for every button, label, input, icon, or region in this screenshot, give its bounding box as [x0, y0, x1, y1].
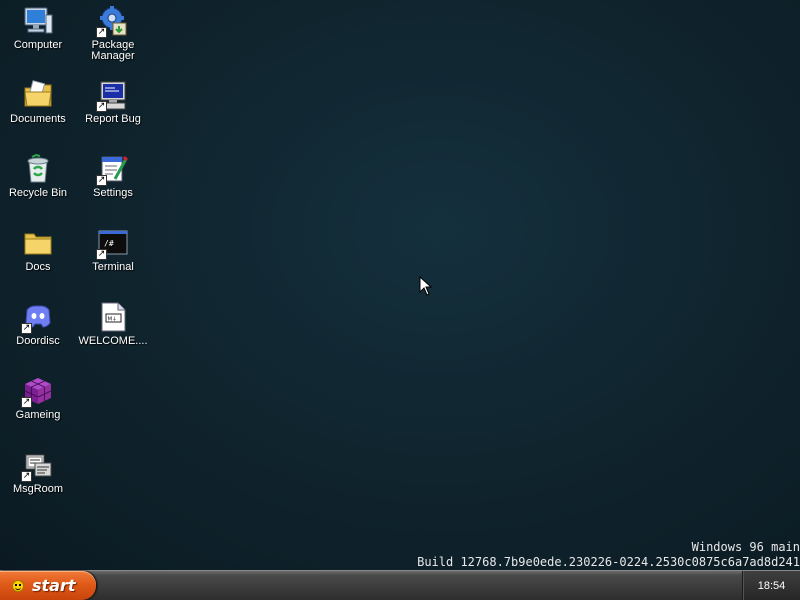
desktop-icon-documents[interactable]: Documents [0, 76, 76, 146]
desktop-icon-label: Recycle Bin [8, 187, 68, 199]
shortcut-arrow-icon: ↗ [96, 175, 107, 186]
system-tray[interactable]: 18:54 [742, 571, 800, 600]
desktop-icon-label: Computer [13, 39, 63, 51]
desktop-icon-doordisc[interactable]: ↗ Doordisc [0, 298, 76, 368]
msgroom-icon: ↗ [21, 449, 54, 482]
shortcut-arrow-icon: ↗ [96, 101, 107, 112]
documents-folder-icon [22, 79, 54, 111]
desktop[interactable]: Computer Documents Recycle Bin Docs ↗ Do… [0, 0, 800, 570]
folder-icon [22, 227, 54, 259]
watermark-title: Windows 96 main [691, 540, 800, 554]
clock[interactable]: 18:54 [758, 580, 786, 592]
desktop-icon-label: Documents [10, 113, 66, 125]
smiley-icon [12, 579, 24, 592]
shortcut-arrow-icon: ↗ [21, 323, 32, 334]
recycle-bin-icon [22, 153, 54, 185]
svg-text:/#: /# [104, 239, 114, 248]
desktop-icon-label: WELCOME.... [78, 335, 148, 347]
desktop-icon-label: Terminal [92, 261, 134, 273]
shortcut-arrow-icon: ↗ [21, 471, 32, 482]
desktop-icon-computer[interactable]: Computer [0, 2, 76, 72]
desktop-icon-label: Gameing [15, 409, 61, 421]
desktop-icon-gameing[interactable]: ↗ Gameing [0, 372, 76, 442]
desktop-icon-label: MsgRoom [12, 483, 64, 495]
shortcut-arrow-icon: ↗ [96, 249, 107, 260]
desktop-icon-recycle-bin[interactable]: Recycle Bin [0, 150, 76, 220]
watermark-build: Build 12768.7b9e0ede.230226-0224.2530c08… [417, 555, 800, 569]
mouse-pointer-icon [419, 276, 433, 296]
computer-icon [22, 5, 54, 37]
package-manager-icon: ↗ [96, 5, 129, 38]
desktop-icon-label: Docs [25, 261, 51, 273]
start-button[interactable]: start [0, 571, 96, 600]
doordisc-icon: ↗ [21, 301, 54, 334]
build-watermark: Windows 96 main Build 12768.7b9e0ede.2302… [417, 540, 800, 570]
taskbar[interactable]: start 18:54 [0, 570, 800, 600]
desktop-icon-settings[interactable]: ↗ Settings [75, 150, 151, 220]
desktop-icon-docs[interactable]: Docs [0, 224, 76, 294]
gameing-cube-icon: ↗ [21, 375, 54, 408]
shortcut-arrow-icon: ↗ [96, 27, 107, 38]
settings-icon: ↗ [96, 153, 129, 186]
desktop-icon-label: Report Bug [85, 113, 141, 125]
desktop-icon-label: Package Manager [91, 39, 135, 62]
svg-text:M↓: M↓ [108, 316, 117, 323]
desktop-icon-msgroom[interactable]: ↗ MsgRoom [0, 446, 76, 516]
desktop-icon-welcome[interactable]: M↓ WELCOME.... [75, 298, 151, 368]
shortcut-arrow-icon: ↗ [21, 397, 32, 408]
terminal-icon: /# ↗ [96, 227, 129, 260]
desktop-icon-label: Doordisc [16, 335, 60, 347]
report-bug-icon: ↗ [96, 79, 129, 112]
desktop-icon-package-manager[interactable]: ↗ Package Manager [75, 2, 151, 72]
desktop-icon-terminal[interactable]: /# ↗ Terminal [75, 224, 151, 294]
start-label: start [32, 576, 76, 595]
markdown-file-icon: M↓ [97, 301, 129, 333]
desktop-icon-label: Settings [93, 187, 133, 199]
desktop-icon-report-bug[interactable]: ↗ Report Bug [75, 76, 151, 146]
